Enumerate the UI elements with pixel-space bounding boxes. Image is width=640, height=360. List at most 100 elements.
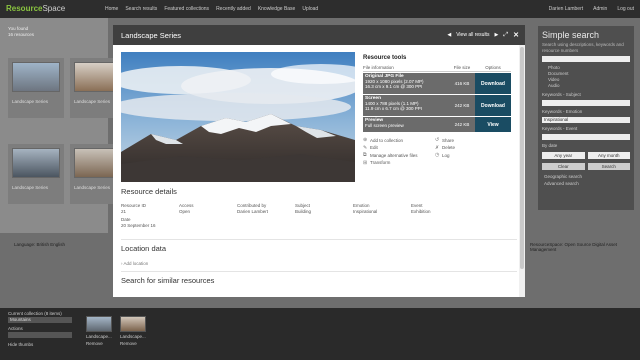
files-icon: ⧉: [363, 152, 367, 158]
resource-tools-title: Resource tools: [363, 55, 407, 61]
field-date: Date 20 September 16: [121, 217, 156, 228]
year-select[interactable]: Any year: [542, 152, 585, 159]
month-select[interactable]: Any month: [587, 152, 630, 159]
search-button[interactable]: Search: [587, 163, 630, 170]
nav-home[interactable]: Home: [105, 6, 118, 12]
hide-thumbs-link[interactable]: Hide thumbs: [8, 342, 33, 347]
subject-select[interactable]: [542, 100, 630, 106]
col-options: Options: [485, 65, 501, 70]
result-card[interactable]: Landscape Series: [8, 144, 64, 204]
share-action[interactable]: ↺ Share: [435, 137, 507, 143]
file-size: 242 KB: [454, 103, 470, 108]
crop-icon: ⊞: [363, 159, 368, 166]
collection-item[interactable]: Landscape... Remove: [120, 316, 152, 346]
logout-link[interactable]: Log out: [617, 6, 634, 12]
modal-header: Landscape Series ◀ View all results ▶ ⤢ …: [113, 25, 525, 45]
nav-search-results[interactable]: Search results: [125, 6, 157, 12]
field-subject: Subject Building: [295, 203, 312, 214]
collection-thumbnail[interactable]: [120, 316, 146, 332]
user-menu: Darien Lambert Admin Log out: [549, 6, 634, 12]
next-icon[interactable]: ▶: [494, 32, 498, 38]
download-original-button[interactable]: Download: [475, 73, 511, 94]
download-row-original: Original JPG File 1920 x 1080 pixels (2.…: [363, 73, 511, 94]
location-data-title: Location data: [121, 244, 167, 253]
admin-link[interactable]: Admin: [593, 6, 607, 12]
date-label: By date: [542, 143, 558, 148]
current-collection-select[interactable]: Mountains: [8, 317, 72, 323]
nav-recently-added[interactable]: Recently added: [216, 6, 251, 12]
share-icon: ↺: [435, 137, 440, 143]
collection-thumbnail[interactable]: [86, 316, 112, 332]
actions-label: Actions: [8, 326, 23, 331]
view-preview-button[interactable]: View: [475, 117, 511, 132]
file-print-size: 11.9 cm x 6.7 cm @ 300 PPI: [365, 106, 423, 111]
col-file-information: File information: [363, 65, 394, 70]
user-name-link[interactable]: Darien Lambert: [549, 6, 583, 12]
file-size: 416 KB: [454, 81, 470, 86]
collection-item[interactable]: Landscape... Remove: [86, 316, 118, 346]
search-input[interactable]: [542, 56, 630, 62]
transform-action[interactable]: ⊞ Transform: [363, 160, 435, 166]
app-logo[interactable]: ResourceSpace: [6, 4, 65, 13]
expand-icon[interactable]: ⤢: [503, 32, 508, 39]
previous-icon[interactable]: ◀: [447, 32, 451, 38]
language-selector[interactable]: Language: British English: [14, 242, 65, 247]
manage-alternative-files-action[interactable]: ⧉ Manage alternative files: [363, 152, 435, 158]
result-thumbnail[interactable]: [12, 148, 60, 178]
collection-bar: Current collection (8 items) Mountains A…: [0, 308, 640, 360]
trash-icon: ✗: [435, 144, 440, 151]
actions-select[interactable]: [8, 332, 72, 338]
similar-resources-title: Search for similar resources: [121, 276, 215, 285]
remove-link[interactable]: Remove: [86, 341, 118, 346]
results-count: 16 resources: [8, 32, 35, 37]
type-audio[interactable]: Audio: [548, 83, 630, 89]
field-access: Access Open: [179, 203, 194, 214]
edit-action[interactable]: ✎ Edit: [363, 145, 435, 151]
download-screen-button[interactable]: Download: [475, 95, 511, 116]
collection-item-title: Landscape...: [120, 334, 146, 339]
geographic-search-link[interactable]: Geographic search: [544, 174, 628, 179]
result-thumbnail[interactable]: [12, 62, 60, 92]
resource-actions: ⊕ Add to collection ↺ Share ✎ Edit ✗ Delete …: [363, 137, 511, 166]
result-title: Landscape Series: [74, 99, 111, 104]
col-file-size: File size: [453, 65, 471, 70]
delete-action[interactable]: ✗ Delete: [435, 145, 507, 151]
result-title: Landscape Series: [74, 185, 111, 190]
event-select[interactable]: [542, 134, 630, 140]
clear-button[interactable]: Clear: [542, 163, 585, 170]
nav-knowledge-base[interactable]: Knowledge Base: [258, 6, 296, 12]
top-navigation-bar: ResourceSpace Home Search results Featur…: [0, 0, 640, 18]
simple-search-title: Simple search: [542, 30, 600, 40]
file-size: 242 KB: [454, 122, 470, 127]
resource-preview-image[interactable]: [121, 52, 355, 182]
advanced-search-link[interactable]: Advanced search: [544, 181, 628, 186]
download-row-preview: Preview Full screen preview 242 KB View: [363, 117, 511, 132]
nav-featured-collections[interactable]: Featured collections: [164, 6, 209, 12]
results-summary: You found 16 resources: [8, 26, 34, 38]
modal-navigation: ◀ View all results ▶ ⤢ ✕: [447, 31, 519, 40]
remove-link[interactable]: Remove: [120, 341, 152, 346]
simple-search-subtitle: Search using descriptions, keywords and …: [542, 42, 624, 53]
close-icon[interactable]: ✕: [513, 31, 519, 39]
emotion-select[interactable]: Inspirational: [542, 117, 630, 123]
collection-item-title: Landscape...: [86, 334, 112, 339]
add-to-collection-action[interactable]: ⊕ Add to collection: [363, 137, 435, 143]
nav-upload[interactable]: Upload: [302, 6, 318, 12]
result-title: Landscape Series: [12, 185, 49, 190]
emotion-label: Keywords - Emotion: [542, 109, 583, 114]
log-action[interactable]: ◷ Log: [435, 152, 507, 158]
view-all-results-link[interactable]: View all results: [456, 32, 489, 38]
add-location-link[interactable]: › Add location: [121, 261, 148, 266]
divider: [121, 271, 517, 272]
scrollbar-thumb[interactable]: [520, 47, 524, 269]
current-collection-label: Current collection (8 items): [8, 311, 62, 316]
modal-scrollbar[interactable]: [519, 45, 525, 297]
result-card[interactable]: Landscape Series: [8, 58, 64, 118]
resource-tools: Resource tools File information File siz…: [363, 55, 511, 166]
download-row-screen: Screen 1400 x 788 pixels (1.1 MP) 11.9 c…: [363, 95, 511, 116]
field-event: Event Exhibition: [411, 203, 431, 214]
main-nav: Home Search results Featured collections…: [105, 6, 318, 12]
resource-tools-header: File information File size Options: [363, 64, 511, 72]
field-emotion: Emotion Inspirational: [353, 203, 378, 214]
footer-credit: ResourceSpace: Open Source Digital Asset…: [530, 242, 618, 252]
